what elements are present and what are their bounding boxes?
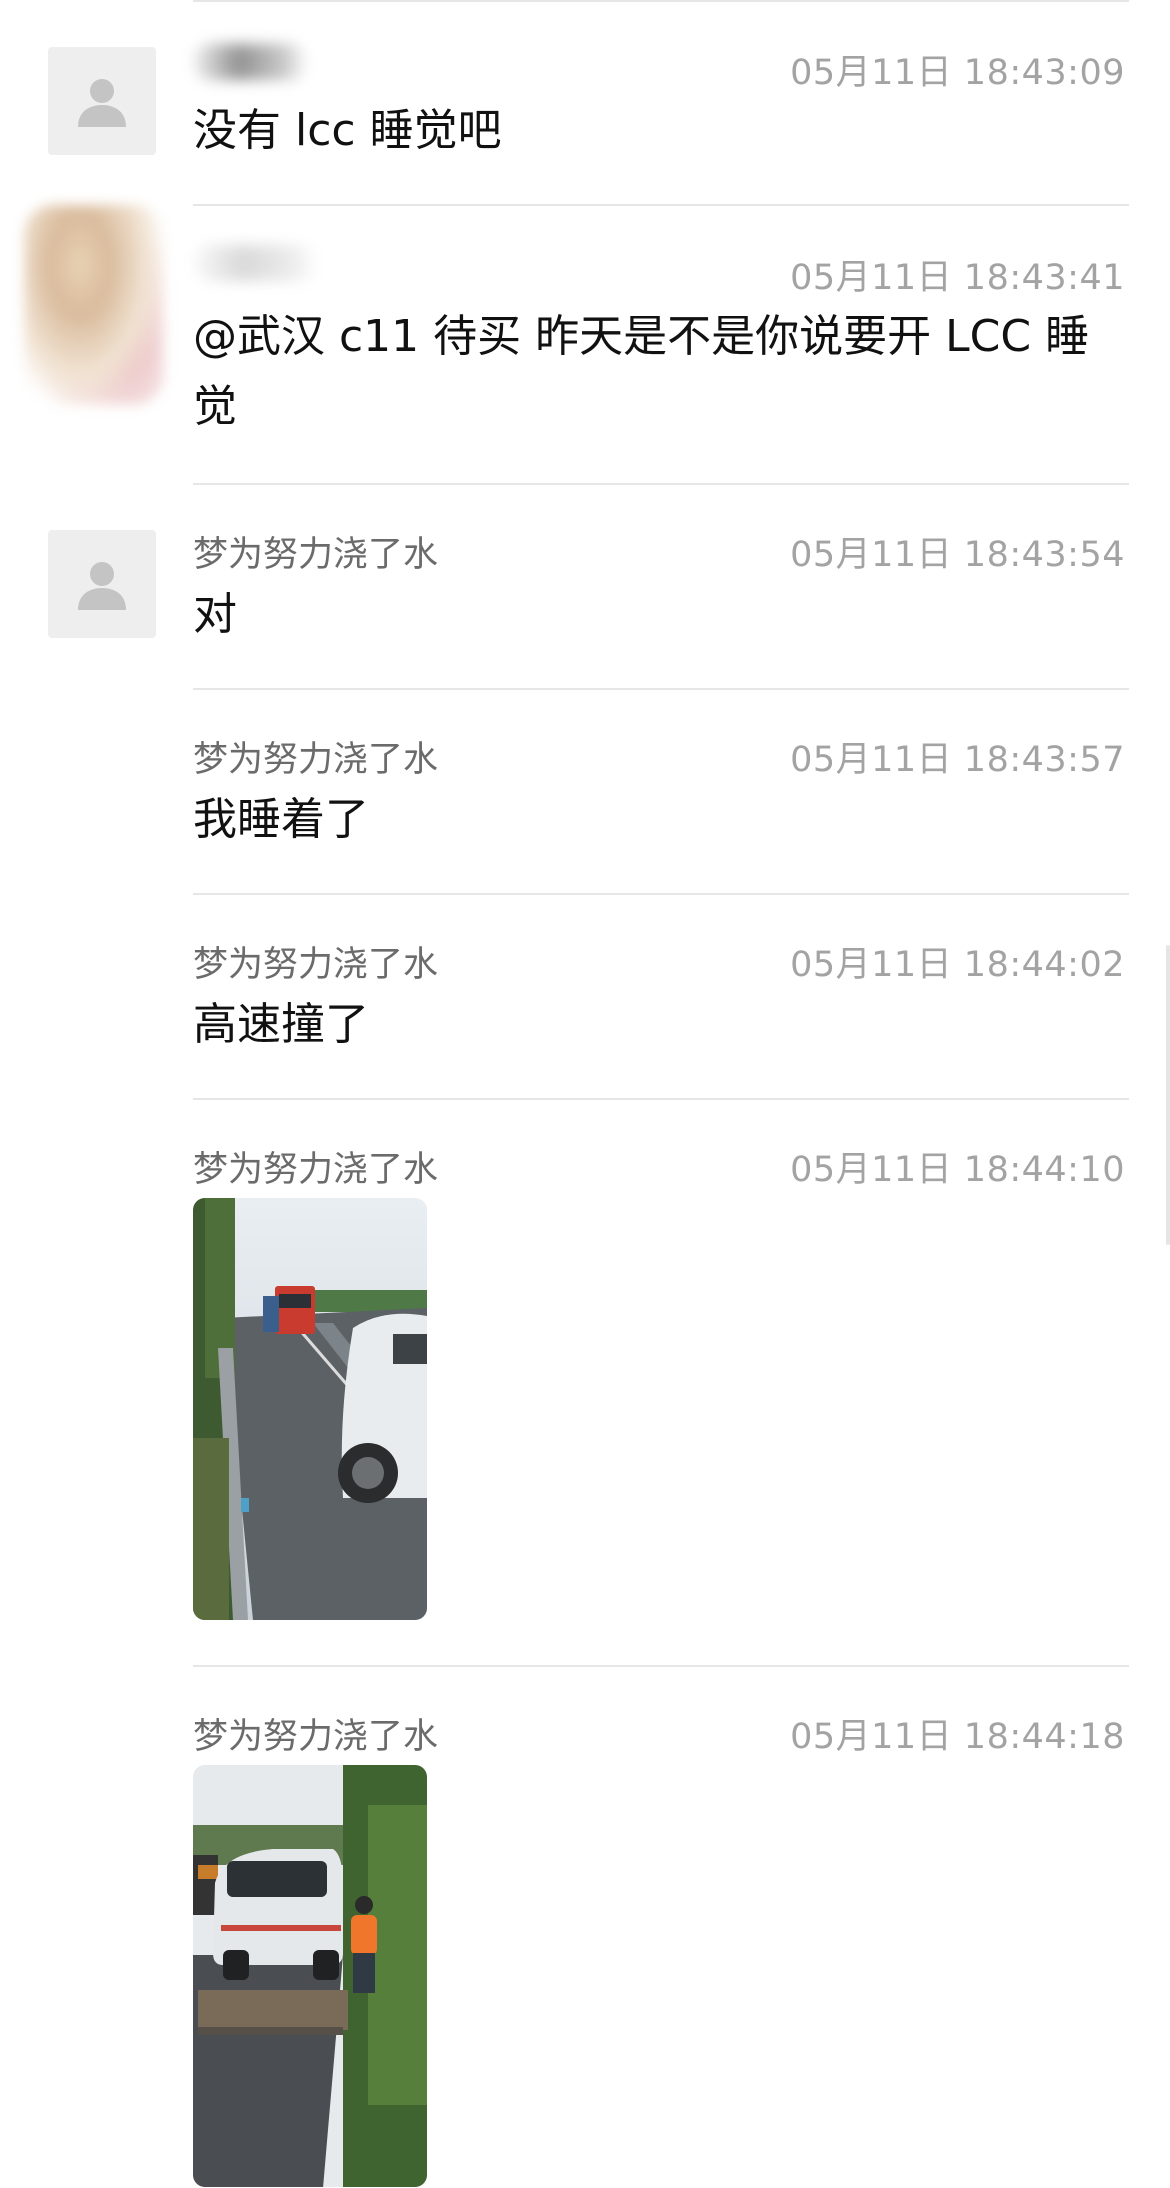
message-time: 05月11日 18:44:10: [790, 1150, 1125, 1190]
message-text: 没有 lcc 睡觉吧: [193, 105, 502, 156]
avatar-blurred-photo[interactable]: [24, 205, 164, 405]
message-separator: [193, 483, 1129, 485]
sender-name[interactable]: 梦为努力浇了水: [193, 526, 438, 577]
message-text: 对: [193, 589, 237, 640]
tow-truck-photo[interactable]: [193, 1765, 427, 2187]
sender-name[interactable]: 梦为努力浇了水: [193, 1708, 438, 1759]
message-separator: [193, 688, 1129, 690]
sender-name[interactable]: 梦为努力浇了水: [193, 731, 438, 782]
avatar-default-user-icon[interactable]: [48, 530, 156, 638]
highway-crash-photo[interactable]: [193, 1198, 427, 1620]
message-separator: [193, 1665, 1129, 1667]
message-text: @武汉 c11 待买 昨天是不是你说要开 LCC 睡觉: [193, 311, 1090, 432]
sender-name[interactable]: 梦为努力浇了水: [193, 1141, 438, 1192]
message-separator: [193, 1098, 1129, 1100]
message-time: 05月11日 18:43:54: [790, 535, 1125, 575]
message-time: 05月11日 18:43:57: [790, 740, 1125, 780]
message-text: 高速撞了: [193, 999, 369, 1050]
blurred-username: [193, 44, 308, 80]
user-silhouette-icon: [78, 79, 126, 127]
message-time: 05月11日 18:43:09: [790, 53, 1125, 93]
message-separator: [193, 893, 1129, 895]
blurred-username: [193, 245, 318, 281]
sender-name[interactable]: 梦为努力浇了水: [193, 936, 438, 987]
message-text: 我睡着了: [193, 794, 369, 845]
scrollbar[interactable]: [1166, 945, 1170, 1245]
avatar-default-user-icon[interactable]: [48, 47, 156, 155]
message-time: 05月11日 18:44:02: [790, 945, 1125, 985]
message-time: 05月11日 18:44:18: [790, 1717, 1125, 1757]
user-silhouette-icon: [78, 562, 126, 610]
message-time: 05月11日 18:43:41: [790, 258, 1125, 298]
top-separator: [193, 0, 1129, 2]
message-separator: [193, 204, 1129, 206]
